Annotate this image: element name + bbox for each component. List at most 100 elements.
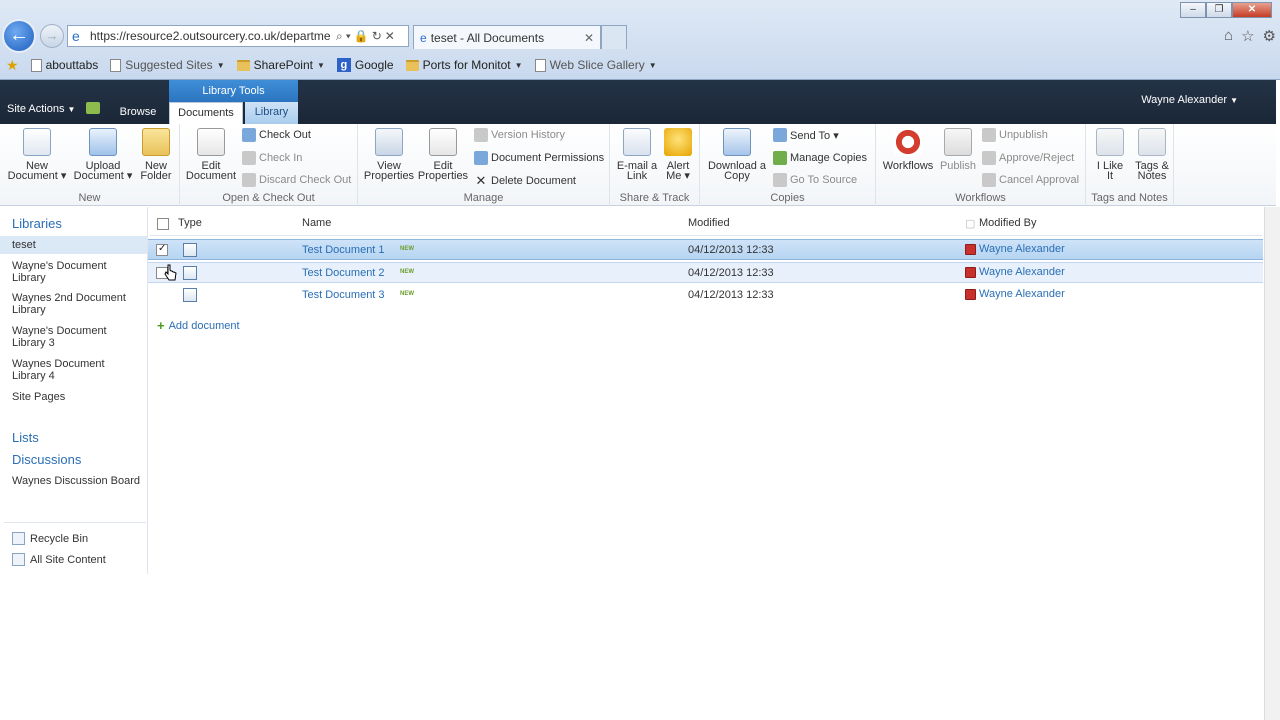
table-row[interactable]: Test Document 3 NEW 04/12/2013 12:33 Way… <box>148 285 1263 306</box>
tab-title: teset - All Documents <box>430 30 545 45</box>
upload-document-button[interactable]: Upload Document ▾ <box>72 128 134 182</box>
cancel-approval-button[interactable]: Cancel Approval <box>982 173 1079 187</box>
back-button[interactable]: ← <box>2 19 36 53</box>
settings-gear-icon[interactable]: ⚙ <box>1263 27 1276 45</box>
column-type[interactable]: Type <box>178 217 202 229</box>
minimize-button[interactable]: – <box>1180 2 1206 18</box>
nav-discussion-board[interactable]: Waynes Discussion Board <box>12 475 140 487</box>
favorites-star-icon[interactable]: ☆ <box>1241 27 1254 45</box>
permissions-icon <box>474 151 488 165</box>
browser-tab[interactable]: e teset - All Documents ✕ <box>413 25 601 49</box>
nav-library[interactable]: Wayne's Document Library 3 <box>12 325 140 349</box>
home-icon[interactable]: ⌂ <box>1224 27 1233 45</box>
favorite-suggested-sites[interactable]: Suggested Sites ▼ <box>110 58 225 72</box>
discussions-heading[interactable]: Discussions <box>12 452 81 467</box>
close-tab-icon[interactable]: ✕ <box>584 31 594 45</box>
download-copy-button[interactable]: Download a Copy <box>704 128 770 182</box>
column-modified[interactable]: Modified <box>688 217 730 229</box>
version-history-button[interactable]: Version History <box>474 128 565 142</box>
modified-by-user[interactable]: Wayne Alexander <box>965 288 1065 300</box>
lists-heading[interactable]: Lists <box>12 430 39 445</box>
tags-notes-button[interactable]: Tags & Notes <box>1132 128 1172 182</box>
favorite-web-slice-gallery[interactable]: Web Slice Gallery ▼ <box>534 58 657 72</box>
ribbon-group-label: New <box>78 192 101 204</box>
delete-document-button[interactable]: ✕ Delete Document <box>474 173 576 189</box>
table-row[interactable]: Test Document 1 NEW 04/12/2013 12:33 Way… <box>148 239 1263 260</box>
email-link-button[interactable]: E-mail a Link <box>614 128 660 182</box>
alert-me-button[interactable]: Alert Me ▾ <box>660 128 696 182</box>
new-tab-button[interactable] <box>601 25 627 49</box>
manage-copies-button[interactable]: Manage Copies <box>773 151 867 165</box>
user-menu[interactable]: Wayne Alexander ▼ <box>1141 94 1238 106</box>
upload-icon <box>89 128 117 156</box>
plus-icon: + <box>157 318 165 333</box>
check-in-icon <box>242 151 256 165</box>
cancel-approval-icon <box>982 173 996 187</box>
new-folder-button[interactable]: New Folder <box>136 128 176 182</box>
vertical-scrollbar[interactable] <box>1264 207 1280 720</box>
address-bar[interactable]: e https://resource2.outsourcery.co.uk/de… <box>67 25 409 47</box>
nav-site-pages[interactable]: Site Pages <box>12 391 140 403</box>
approve-reject-button[interactable]: Approve/Reject <box>982 151 1074 165</box>
modified-by-user[interactable]: Wayne Alexander <box>965 243 1065 255</box>
ie-icon: e <box>72 28 80 44</box>
modified-by-user[interactable]: Wayne Alexander <box>965 266 1065 278</box>
row-checkbox[interactable] <box>156 244 168 256</box>
nav-library[interactable]: Wayne's Document Library <box>12 260 140 284</box>
view-properties-button[interactable]: View Properties <box>362 128 416 182</box>
send-to-button[interactable]: Send To ▾ <box>773 128 839 142</box>
favorite-ports-for-monitot[interactable]: Ports for Monitot ▼ <box>405 58 523 72</box>
document-name-link[interactable]: Test Document 3 <box>302 289 385 301</box>
forward-button[interactable]: → <box>40 24 64 48</box>
add-document-link[interactable]: + Add document <box>157 318 240 333</box>
go-to-source-button[interactable]: Go To Source <box>773 173 857 187</box>
browser-tools: ⌂ ☆ ⚙ <box>1224 27 1276 45</box>
favorite-google[interactable]: g Google <box>336 58 394 72</box>
favorites-star-icon[interactable]: ★ <box>6 57 19 74</box>
all-site-content-link[interactable]: All Site Content <box>12 553 106 566</box>
document-permissions-button[interactable]: Document Permissions <box>474 151 604 165</box>
tab-documents[interactable]: Documents <box>169 102 243 124</box>
favorite-abouttabs[interactable]: abouttabs <box>30 58 98 72</box>
discard-check-out-button[interactable]: Discard Check Out <box>242 173 351 187</box>
modified-by-filter-icon[interactable]: ▢ <box>965 217 975 230</box>
edit-document-button[interactable]: Edit Document <box>184 128 238 182</box>
select-all-checkbox[interactable] <box>157 218 169 230</box>
navigate-up-icon[interactable] <box>86 102 100 114</box>
workflows-button[interactable]: Workflows <box>880 128 936 172</box>
nav-library-teset[interactable]: teset <box>0 236 147 254</box>
chevron-down-icon: ▼ <box>514 60 523 70</box>
close-window-button[interactable]: ✕ <box>1232 2 1272 18</box>
new-document-button[interactable]: New Document ▾ <box>6 128 68 182</box>
site-actions-menu[interactable]: Site Actions ▼ <box>7 103 75 115</box>
tab-library[interactable]: Library <box>245 102 298 124</box>
check-out-button[interactable]: Check Out <box>242 128 311 142</box>
column-name[interactable]: Name <box>302 217 331 229</box>
approve-reject-icon <box>982 151 996 165</box>
publish-button[interactable]: Publish <box>938 128 978 172</box>
column-modified-by[interactable]: Modified By <box>979 217 1036 229</box>
libraries-heading[interactable]: Libraries <box>12 216 62 231</box>
word-document-icon <box>183 266 197 280</box>
table-row[interactable]: Test Document 2 NEW 04/12/2013 12:33 Way… <box>148 262 1263 283</box>
favorite-sharepoint[interactable]: SharePoint ▼ <box>236 58 325 72</box>
edit-properties-button[interactable]: Edit Properties <box>416 128 470 182</box>
check-in-button[interactable]: Check In <box>242 151 302 165</box>
i-like-it-button[interactable]: I Like It <box>1092 128 1128 182</box>
address-tools[interactable]: ⌕▾🔒↻✕ <box>336 29 398 44</box>
document-name-link[interactable]: Test Document 2 <box>302 267 385 279</box>
folder-icon <box>405 59 419 71</box>
nav-library[interactable]: Waynes 2nd Document Library <box>12 292 140 316</box>
document-name-link[interactable]: Test Document 1 <box>302 244 385 256</box>
chevron-down-icon: ▼ <box>316 60 325 70</box>
unpublish-button[interactable]: Unpublish <box>982 128 1048 142</box>
tab-browse[interactable]: Browse <box>108 102 168 124</box>
nav-library[interactable]: Waynes Document Library 4 <box>12 358 140 382</box>
address-url[interactable]: https://resource2.outsourcery.co.uk/depa… <box>90 29 330 43</box>
recycle-bin-link[interactable]: Recycle Bin <box>12 532 88 545</box>
ribbon-group-open-checkout: Edit Document Check Out Check In Discard… <box>180 124 358 206</box>
browser-chrome: – ❐ ✕ ← → e https://resource2.outsourcer… <box>0 0 1280 80</box>
maximize-button[interactable]: ❐ <box>1206 2 1232 18</box>
presence-icon <box>965 266 976 278</box>
page-icon <box>110 58 122 72</box>
